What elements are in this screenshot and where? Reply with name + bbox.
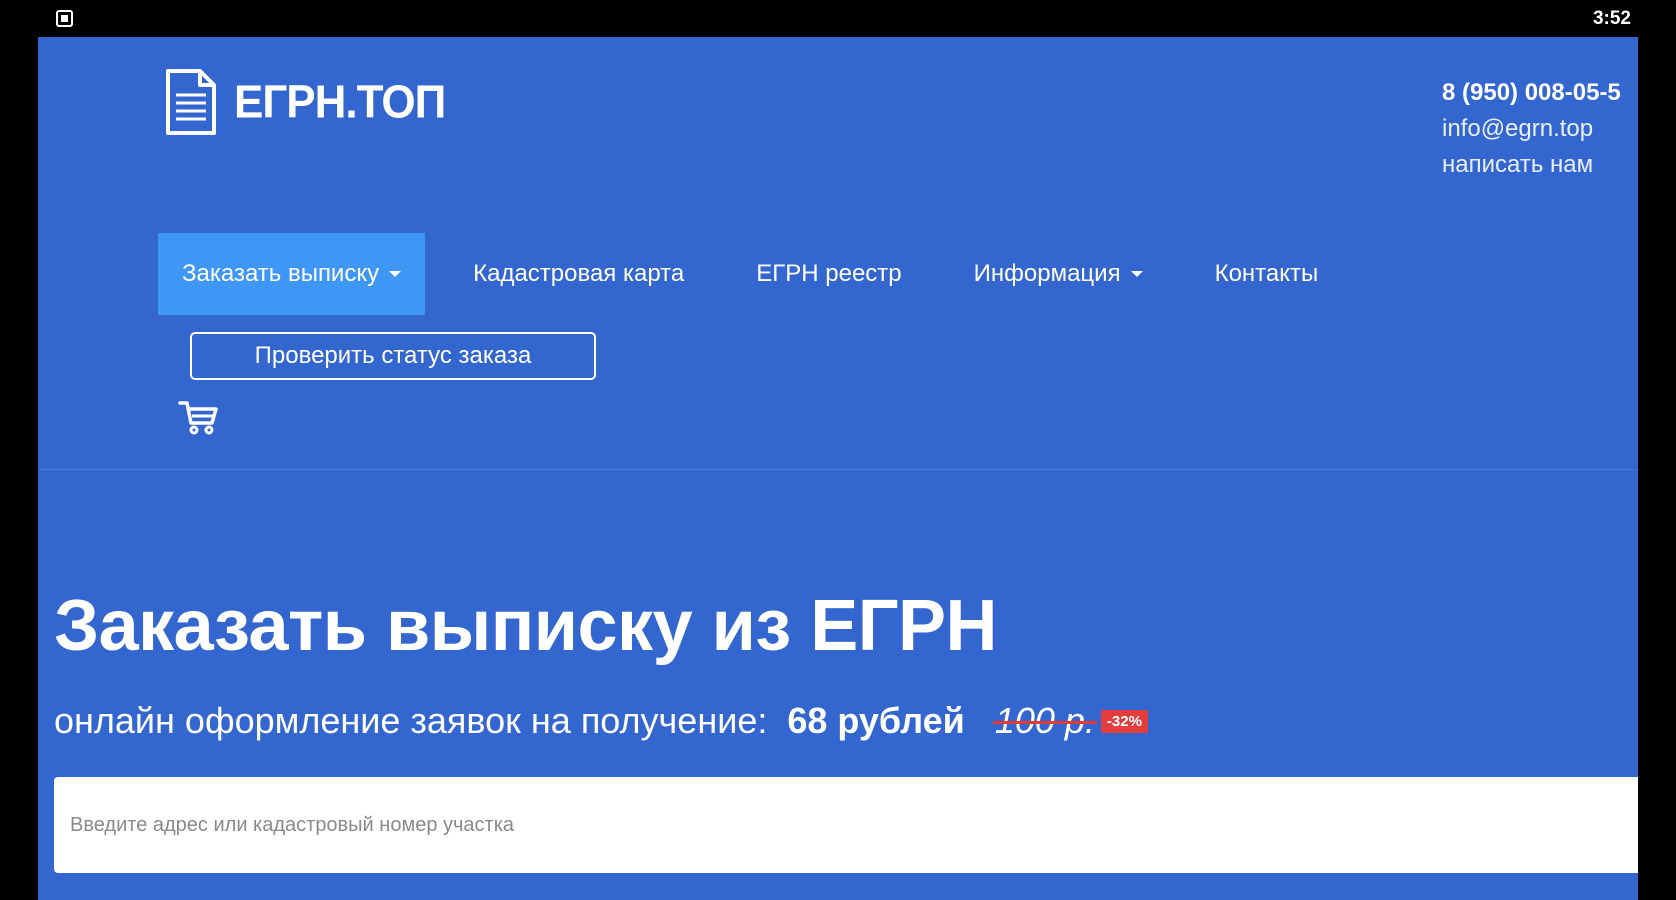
nav-item-order-extract[interactable]: Заказать выписку [158, 233, 426, 315]
caret-down-icon [389, 271, 402, 277]
nav-item-contacts[interactable]: Контакты [1191, 233, 1343, 315]
header-divider [38, 469, 1638, 470]
status-time: 3:52 [1592, 8, 1631, 29]
nav-item-egrn-registry[interactable]: ЕГРН реестр [732, 233, 925, 315]
hero-subtitle: онлайн оформление заявок на получение: 6… [54, 700, 1148, 742]
subtitle-text: онлайн оформление заявок на получение: [54, 700, 768, 741]
address-search-input[interactable] [54, 777, 1638, 873]
hero-title: Заказать выписку из ЕГРН [54, 586, 998, 666]
contact-email[interactable]: info@egrn.top [1442, 111, 1638, 147]
nav-item-cadastral-map[interactable]: Кадастровая карта [449, 233, 708, 315]
main-nav: Заказать выписку Кадастровая карта ЕГРН … [158, 233, 1366, 315]
logo[interactable]: ЕГРН.ТОП [162, 67, 446, 139]
right-edge [1638, 37, 1676, 900]
nav-item-label: Кадастровая карта [473, 260, 685, 287]
contact-write-link[interactable]: написать нам [1442, 147, 1638, 183]
nav-item-information[interactable]: Информация [950, 233, 1167, 315]
nav-item-label: ЕГРН реестр [756, 260, 902, 287]
status-bar: 3:52 [0, 0, 1676, 37]
contact-phone[interactable]: 8 (950) 008-05-5 [1442, 75, 1638, 111]
cart-icon[interactable] [178, 397, 220, 437]
nav-item-label: Информация [973, 260, 1121, 287]
old-price: 100 р. [992, 700, 1098, 741]
nav-item-label: Контакты [1214, 260, 1319, 287]
document-icon [166, 69, 216, 135]
price: 68 рублей [787, 700, 965, 741]
check-order-status-button[interactable]: Проверить статус заказа [190, 332, 596, 380]
caret-down-icon [1130, 271, 1143, 277]
screenshot-icon [56, 10, 73, 27]
page: ЕГРН.ТОП 8 (950) 008-05-5 info@egrn.top … [38, 37, 1638, 900]
left-edge [0, 37, 38, 900]
nav-item-label: Заказать выписку [182, 260, 380, 287]
discount-badge: -32% [1100, 709, 1148, 733]
contacts: 8 (950) 008-05-5 info@egrn.top написать … [1442, 75, 1638, 183]
logo-text: ЕГРН.ТОП [234, 76, 446, 129]
